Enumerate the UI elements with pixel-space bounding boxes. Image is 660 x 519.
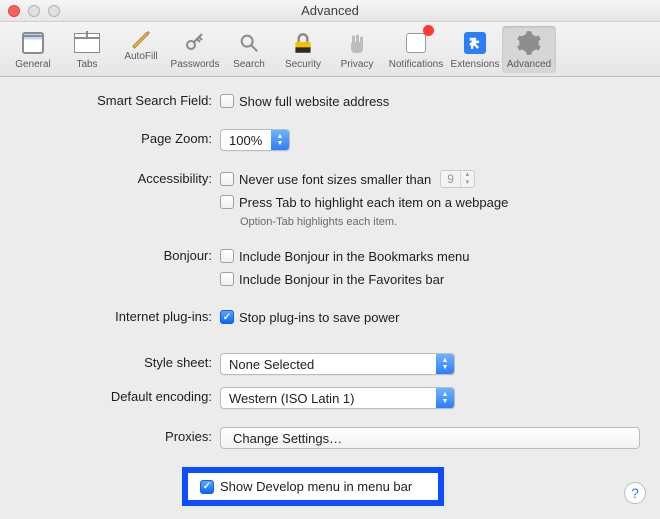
show-develop-menu-label: Show Develop menu in menu bar [220, 479, 412, 494]
stop-plugins-checkbox[interactable] [220, 310, 234, 324]
bonjour-favorites-label: Include Bonjour in the Favorites bar [239, 272, 444, 287]
tab-label: Advanced [502, 59, 556, 70]
tab-notifications[interactable]: Notifications [384, 26, 448, 73]
chevron-updown-icon: ▲▼ [271, 130, 289, 150]
stop-plugins-label: Stop plug-ins to save power [239, 310, 399, 325]
tab-security[interactable]: Security [276, 26, 330, 73]
show-full-address-checkbox[interactable] [220, 94, 234, 108]
gear-icon [514, 28, 544, 58]
tab-label: Privacy [330, 59, 384, 70]
hand-icon [342, 28, 372, 58]
encoding-popup[interactable]: Western (ISO Latin 1) ▲▼ [220, 387, 455, 409]
key-icon [180, 28, 210, 58]
encoding-value: Western (ISO Latin 1) [229, 391, 354, 406]
bonjour-bookmarks-checkbox[interactable] [220, 249, 234, 263]
bonjour-label: Bonjour: [0, 246, 220, 263]
tab-general[interactable]: General [6, 26, 60, 73]
tab-tabs[interactable]: Tabs [60, 26, 114, 73]
smart-search-label: Smart Search Field: [0, 91, 220, 108]
chevron-updown-icon: ▴▾ [460, 171, 474, 187]
zoom-window-button[interactable] [48, 5, 60, 17]
tab-passwords[interactable]: Passwords [168, 26, 222, 73]
option-tab-hint: Option-Tab highlights each item. [220, 216, 640, 228]
change-proxies-label: Change Settings… [233, 431, 342, 446]
stylesheet-value: None Selected [229, 357, 314, 372]
press-tab-label: Press Tab to highlight each item on a we… [239, 195, 508, 210]
close-window-button[interactable] [8, 5, 20, 17]
page-zoom-popup[interactable]: 100% ▲▼ [220, 129, 290, 151]
preferences-toolbar: General Tabs AutoFill Passwords Search S… [0, 22, 660, 77]
extensions-icon [460, 28, 490, 58]
encoding-label: Default encoding: [0, 387, 220, 404]
advanced-pane: Smart Search Field: Show full website ad… [0, 77, 660, 518]
internet-plugins-label: Internet plug-ins: [0, 307, 220, 324]
proxies-label: Proxies: [0, 427, 220, 444]
help-icon: ? [631, 485, 639, 501]
stylesheet-label: Style sheet: [0, 353, 220, 370]
show-develop-menu-checkbox[interactable] [200, 480, 214, 494]
develop-menu-highlight: Show Develop menu in menu bar [182, 467, 444, 506]
tab-advanced[interactable]: Advanced [502, 26, 556, 73]
bonjour-favorites-checkbox[interactable] [220, 272, 234, 286]
titlebar: Advanced [0, 0, 660, 22]
min-font-size-checkbox[interactable] [220, 172, 234, 186]
bonjour-bookmarks-label: Include Bonjour in the Bookmarks menu [239, 249, 470, 264]
minimize-window-button[interactable] [28, 5, 40, 17]
tab-extensions[interactable]: Extensions [448, 26, 502, 73]
page-zoom-value: 100% [229, 133, 262, 148]
tab-label: Passwords [168, 59, 222, 70]
tab-label: Extensions [448, 59, 502, 70]
tab-label: Security [276, 59, 330, 70]
window-title: Advanced [0, 3, 660, 18]
tab-label: Notifications [384, 59, 448, 70]
stylesheet-popup[interactable]: None Selected ▲▼ [220, 353, 455, 375]
min-font-size-value: 9 [441, 172, 460, 186]
tab-autofill[interactable]: AutoFill [114, 26, 168, 73]
press-tab-checkbox[interactable] [220, 195, 234, 209]
tab-privacy[interactable]: Privacy [330, 26, 384, 73]
chevron-updown-icon: ▲▼ [436, 388, 454, 408]
show-full-address-label: Show full website address [239, 94, 389, 109]
tab-search[interactable]: Search [222, 26, 276, 73]
page-zoom-label: Page Zoom: [0, 129, 220, 146]
window-controls [0, 5, 60, 17]
help-button[interactable]: ? [624, 482, 646, 504]
notifications-icon [401, 28, 431, 58]
general-icon [18, 28, 48, 58]
tab-label: Search [222, 59, 276, 70]
min-font-size-label: Never use font sizes smaller than [239, 172, 431, 187]
autofill-icon [130, 28, 152, 50]
tab-label: General [6, 59, 60, 70]
tab-label: Tabs [60, 59, 114, 70]
tabs-icon [72, 28, 102, 58]
accessibility-label: Accessibility: [0, 169, 220, 186]
tab-label: AutoFill [114, 51, 168, 62]
search-icon [234, 28, 264, 58]
chevron-updown-icon: ▲▼ [436, 354, 454, 374]
min-font-size-stepper[interactable]: 9 ▴▾ [440, 170, 475, 188]
change-proxies-button[interactable]: Change Settings… [220, 427, 640, 449]
lock-icon [288, 28, 318, 58]
